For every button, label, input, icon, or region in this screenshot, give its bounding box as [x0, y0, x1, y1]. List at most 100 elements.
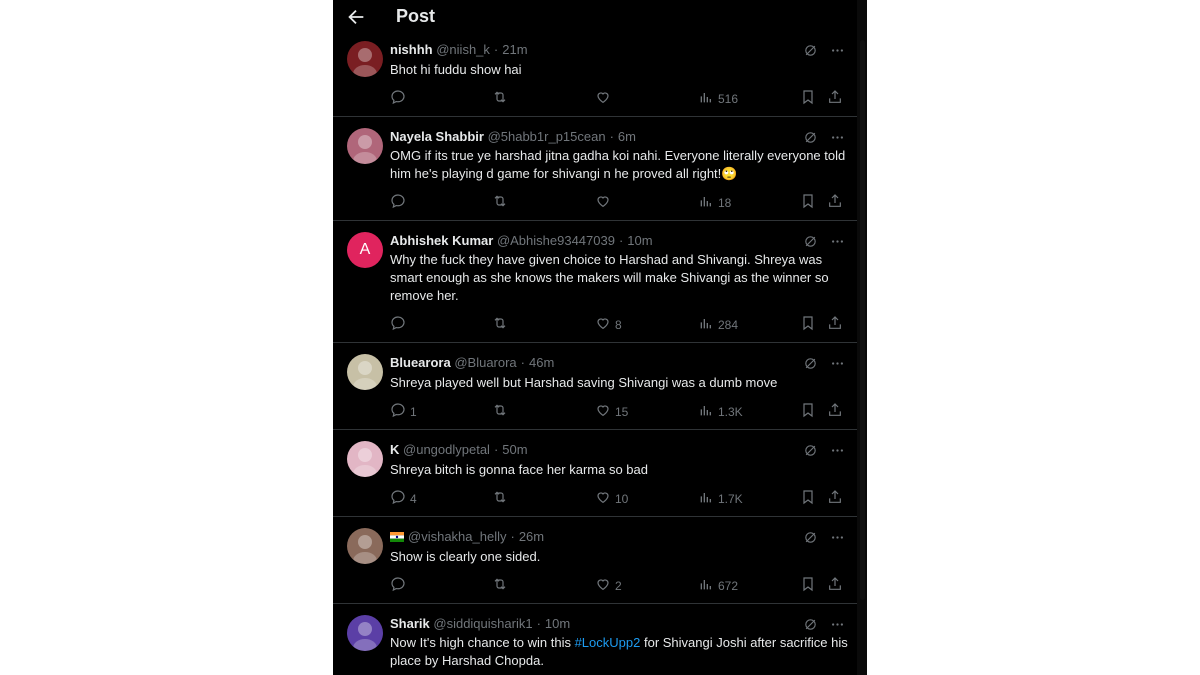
- author-name[interactable]: nishhh: [390, 42, 433, 57]
- retweet-button[interactable]: [492, 315, 508, 334]
- bookmark-button[interactable]: [800, 315, 816, 334]
- action-bar: 516: [390, 89, 845, 107]
- author-handle[interactable]: @Abhishe93447039: [497, 233, 615, 248]
- author-name[interactable]: Sharik: [390, 616, 430, 631]
- like-button[interactable]: 8: [595, 315, 622, 334]
- share-button[interactable]: [827, 193, 843, 212]
- author-handle[interactable]: @vishakha_helly: [408, 529, 506, 544]
- post-time[interactable]: 21m: [502, 42, 527, 57]
- author-name[interactable]: K: [390, 442, 399, 457]
- reply-post[interactable]: @vishakha_helly · 26m Show is clearly one s…: [333, 517, 857, 604]
- views-chart-icon: [698, 89, 714, 108]
- bookmark-icon: [800, 489, 816, 508]
- avatar[interactable]: [347, 128, 383, 164]
- action-bar: 18: [390, 193, 845, 211]
- avatar[interactable]: [347, 528, 383, 564]
- author-name[interactable]: Nayela Shabbir: [390, 129, 484, 144]
- author-handle[interactable]: @5habb1r_p15cean: [488, 129, 606, 144]
- bookmark-button[interactable]: [800, 89, 816, 108]
- reply-button[interactable]: 4: [390, 489, 417, 508]
- reply-post[interactable]: A Abhishek Kumar @Abhishe93447039 · 10m Why …: [333, 221, 857, 343]
- like-button[interactable]: [595, 89, 615, 108]
- more-options-icon[interactable]: [830, 356, 845, 376]
- views-button[interactable]: 18: [698, 193, 731, 212]
- author-handle[interactable]: @Bluarora: [454, 355, 516, 370]
- more-options-icon[interactable]: [830, 43, 845, 63]
- reply-post[interactable]: Nayela Shabbir @5habb1r_p15cean · 6m OMG if…: [333, 117, 857, 221]
- views-button[interactable]: 1.7K: [698, 489, 743, 508]
- retweet-icon: [492, 402, 508, 421]
- bookmark-button[interactable]: [800, 402, 816, 421]
- like-button[interactable]: [595, 193, 615, 212]
- views-button[interactable]: 516: [698, 89, 738, 108]
- share-button[interactable]: [827, 402, 843, 421]
- reply-post[interactable]: K @ungodlypetal · 50m Shreya bitch is gonna…: [333, 430, 857, 517]
- author-name[interactable]: Abhishek Kumar: [390, 233, 493, 248]
- more-options-icon[interactable]: [830, 530, 845, 550]
- like-button[interactable]: 2: [595, 576, 622, 595]
- retweet-button[interactable]: [492, 489, 508, 508]
- post-view: Post nishhh @niish_k · 21m Bhot hi fuddu sh…: [333, 0, 867, 675]
- views-button[interactable]: 1.3K: [698, 402, 743, 421]
- author-handle[interactable]: @ungodlypetal: [403, 442, 490, 457]
- reply-button[interactable]: [390, 193, 410, 212]
- retweet-button[interactable]: [492, 576, 508, 595]
- reply-post[interactable]: nishhh @niish_k · 21m Bhot hi fuddu show ha…: [333, 30, 857, 117]
- separator: ·: [536, 616, 541, 631]
- grok-icon[interactable]: [803, 530, 818, 550]
- author-handle[interactable]: @siddiquisharik1: [433, 616, 532, 631]
- avatar[interactable]: [347, 441, 383, 477]
- separator: ·: [510, 529, 515, 544]
- author-name[interactable]: Bluearora: [390, 355, 451, 370]
- share-button[interactable]: [827, 89, 843, 108]
- views-chart-icon: [698, 315, 714, 334]
- india-flag-icon: [390, 530, 404, 542]
- bookmark-icon: [800, 193, 816, 212]
- author-handle[interactable]: @niish_k: [436, 42, 490, 57]
- reply-button[interactable]: [390, 576, 410, 595]
- reply-button[interactable]: [390, 89, 410, 108]
- back-button[interactable]: [345, 6, 369, 30]
- grok-icon[interactable]: [803, 356, 818, 376]
- bookmark-button[interactable]: [800, 193, 816, 212]
- views-button[interactable]: 672: [698, 576, 738, 595]
- share-button[interactable]: [827, 576, 843, 595]
- reply-button[interactable]: 1: [390, 402, 417, 421]
- avatar[interactable]: [347, 354, 383, 390]
- post-time[interactable]: 46m: [529, 355, 554, 370]
- post-time[interactable]: 50m: [502, 442, 527, 457]
- post-time[interactable]: 6m: [618, 129, 636, 144]
- arrow-left-icon: [348, 9, 364, 25]
- bookmark-button[interactable]: [800, 489, 816, 508]
- grok-icon[interactable]: [803, 443, 818, 463]
- post-time[interactable]: 10m: [627, 233, 652, 248]
- retweet-button[interactable]: [492, 402, 508, 421]
- post-time[interactable]: 26m: [519, 529, 544, 544]
- hashtag-link[interactable]: #LockUpp2: [575, 635, 641, 650]
- retweet-icon: [492, 576, 508, 595]
- share-button[interactable]: [827, 315, 843, 334]
- retweet-button[interactable]: [492, 89, 508, 108]
- post-time[interactable]: 10m: [545, 616, 570, 631]
- views-count: 1.7K: [718, 491, 743, 506]
- reply-post[interactable]: Sharik @siddiquisharik1 · 10m Now It's high…: [333, 604, 857, 675]
- share-button[interactable]: [827, 489, 843, 508]
- like-button[interactable]: 15: [595, 402, 628, 421]
- avatar[interactable]: A: [347, 232, 383, 268]
- like-button[interactable]: 10: [595, 489, 628, 508]
- reply-post[interactable]: Bluearora @Bluarora · 46m Shreya played wel…: [333, 343, 857, 430]
- grok-icon[interactable]: [803, 43, 818, 63]
- scrollbar-thumb[interactable]: [860, 40, 865, 600]
- reply-button[interactable]: [390, 315, 410, 334]
- avatar[interactable]: [347, 615, 383, 651]
- views-button[interactable]: 284: [698, 315, 738, 334]
- retweet-icon: [492, 489, 508, 508]
- retweet-icon: [492, 315, 508, 334]
- avatar[interactable]: [347, 41, 383, 77]
- retweet-button[interactable]: [492, 193, 508, 212]
- more-options-icon[interactable]: [830, 443, 845, 463]
- separator: ·: [609, 129, 614, 144]
- views-chart-icon: [698, 402, 714, 421]
- bookmark-button[interactable]: [800, 576, 816, 595]
- scrollbar[interactable]: [857, 0, 867, 675]
